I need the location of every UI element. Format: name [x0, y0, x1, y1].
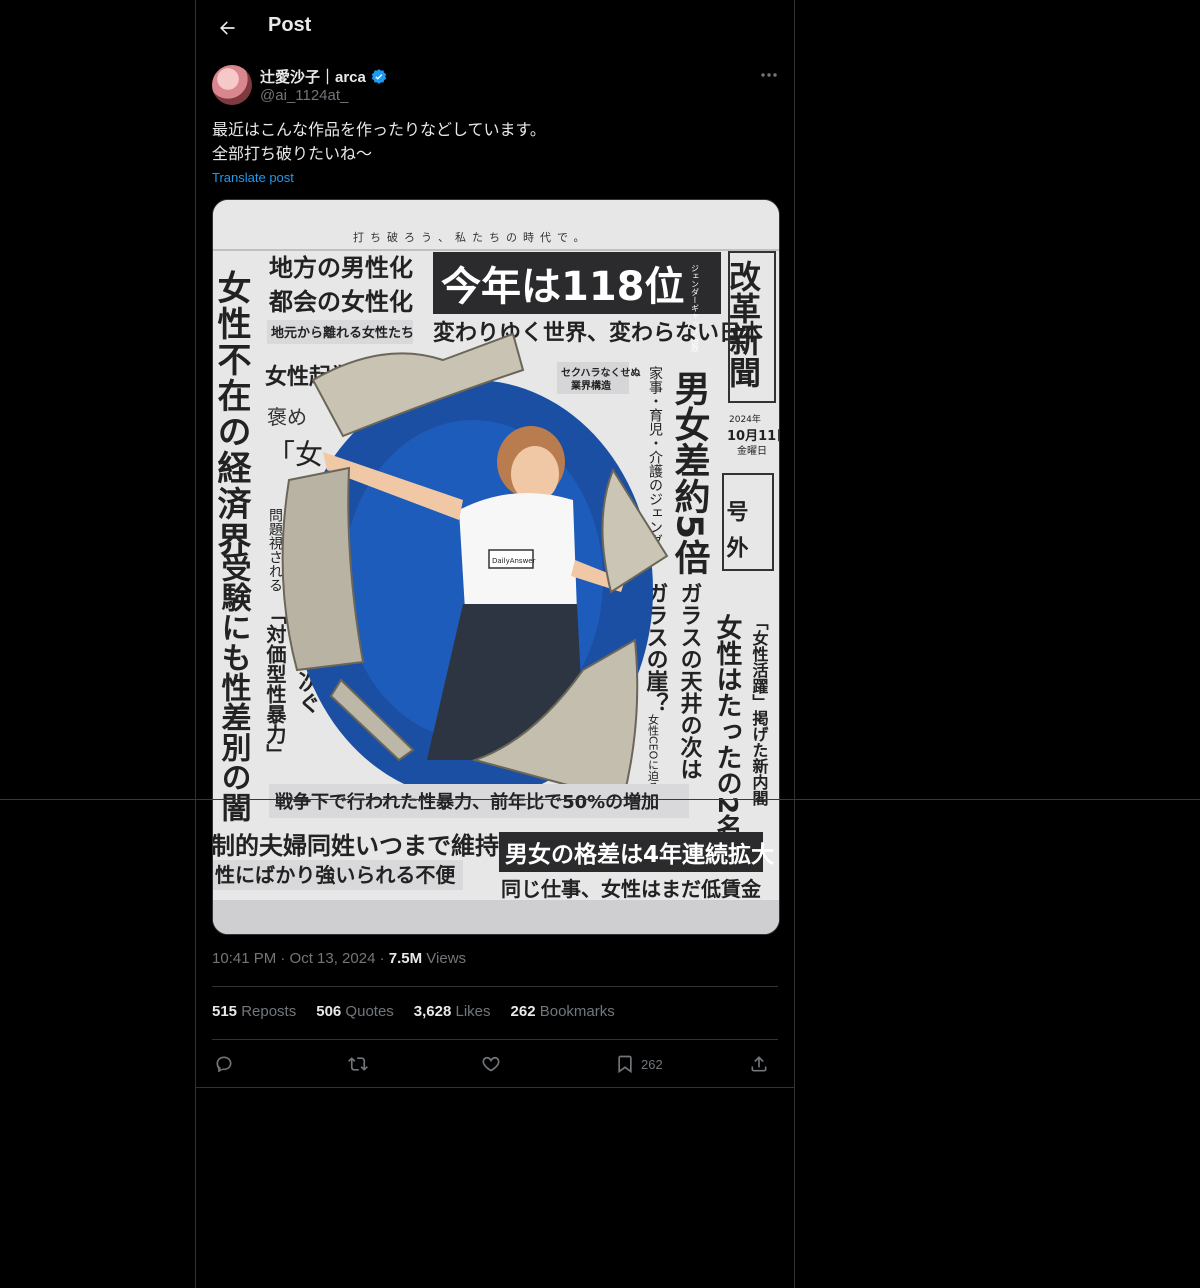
divider: [0, 799, 1200, 800]
sekuhara-2: 業界構造: [570, 379, 612, 392]
divider: [196, 1087, 794, 1088]
tagline: 打ち破ろう、私たちの時代で。: [353, 230, 591, 244]
date-day: 10月11日: [727, 429, 779, 444]
avatar[interactable]: [212, 65, 252, 105]
author-name-text: 辻愛沙子｜arca: [260, 69, 366, 86]
reposts-stat[interactable]: 515 Reposts: [212, 1003, 296, 1020]
cabinet-2: 女性はたったの2名: [712, 613, 742, 840]
verified-badge-icon: [371, 68, 387, 84]
main-headline: 今年は118位: [441, 264, 685, 310]
mid-left-3: 「女: [267, 438, 323, 471]
repost-button[interactable]: [347, 1050, 369, 1078]
more-options-button[interactable]: [754, 64, 784, 86]
page-title: Post: [268, 14, 312, 36]
post-time[interactable]: 10:41 PM · Oct 13, 2024 ·: [212, 950, 389, 967]
mid-column-a: 問題視される: [267, 508, 283, 592]
bottom-right-1: 男女の格差は4年連続拡大: [505, 841, 774, 868]
likes-label: Likes: [451, 1003, 491, 1020]
like-button[interactable]: [481, 1050, 501, 1078]
left-column-1: 女性不在の経済界: [213, 269, 251, 558]
views-label: Views: [422, 950, 467, 967]
bottom-war: 戦争下で行われた性暴力、前年比で50%の増加: [275, 791, 659, 813]
sub-headline: 変わりゆく世界、変わらない日本: [433, 320, 763, 346]
quotes-label: Quotes: [341, 1003, 394, 1020]
likes-stat[interactable]: 3,628 Likes: [414, 1003, 491, 1020]
reposts-count: 515: [212, 1003, 238, 1020]
bookmark-count: 262: [641, 1056, 663, 1072]
more-dots-icon: [761, 73, 777, 77]
left-column-2: 受験にも性差別の闇: [216, 552, 252, 822]
newspaper-artwork: 打ち破ろう、私たちの時代で。 女性不在の経済界 受験にも性差別の闇 地方の男性化…: [213, 200, 779, 934]
reply-icon: [216, 1056, 232, 1073]
heart-icon: [482, 1056, 500, 1072]
date-weekday: 金曜日: [737, 444, 767, 457]
mid-left-2: 褒め: [267, 405, 307, 429]
bookmarks-label: Bookmarks: [535, 1003, 615, 1020]
cabinet-1: 「女性活躍」掲げた新内閣: [750, 614, 769, 807]
post-meta: 10:41 PM · Oct 13, 2024 · 7.5M Views: [212, 950, 466, 967]
back-button[interactable]: [210, 11, 244, 45]
post-text-line-2: 全部打ち破りたいね〜: [212, 144, 373, 163]
bookmarks-stat[interactable]: 262 Bookmarks: [511, 1003, 615, 1020]
date-year: 2024年: [729, 413, 761, 425]
bookmarks-count: 262: [510, 1003, 536, 1020]
post-text-line-1: 最近はこんな作品を作ったりなどしています。: [212, 120, 546, 139]
bottom-left-1: 制的夫婦同姓いつまで維持？: [213, 832, 523, 860]
top-left-headline-1: 地方の男性化: [269, 254, 413, 282]
likes-count: 3,628: [413, 1003, 452, 1020]
arrow-left-icon: [220, 21, 235, 35]
right-column-small: 家事・育児・介護のジェンダ: [647, 365, 663, 548]
translate-post-link[interactable]: Translate post: [212, 170, 294, 185]
top-left-headline-2: 都会の女性化: [268, 288, 413, 316]
glass-1: ガラスの天井の次は: [677, 582, 703, 780]
extra-label: 号外: [723, 500, 749, 572]
masthead: 改革新聞: [724, 260, 762, 388]
divider: [212, 1039, 778, 1040]
post-image[interactable]: 打ち破ろう、私たちの時代で。 女性不在の経済界 受験にも性差別の闇 地方の男性化…: [212, 199, 780, 935]
top-bar: Post: [196, 0, 794, 53]
share-icon: [751, 1056, 767, 1072]
top-left-headline-3: 地元から離れる女性たち: [271, 325, 414, 341]
quotes-stat[interactable]: 506 Quotes: [316, 1003, 394, 1020]
repost-icon: [348, 1057, 368, 1071]
divider: [212, 986, 778, 987]
quotes-count: 506: [316, 1003, 342, 1020]
reposts-label: Reposts: [237, 1003, 297, 1020]
bookmark-button[interactable]: 262: [615, 1050, 663, 1078]
sekuhara-1: セクハラなくせぬ: [561, 367, 641, 379]
author-name[interactable]: 辻愛沙子｜arca: [260, 66, 388, 87]
post-stats: 515 Reposts 506 Quotes 3,628 Likes 262 B…: [212, 1003, 615, 1020]
bookmark-icon: [618, 1055, 632, 1074]
share-button[interactable]: [749, 1050, 769, 1078]
reply-button[interactable]: [214, 1050, 234, 1078]
bottom-right-2: 同じ仕事、女性はまだ低賃金: [501, 877, 762, 901]
post-column: Post 辻愛沙子｜arca @ai_1124at_ 最近はこんな作品を作ったり…: [195, 0, 795, 1288]
mid-column-b: 「対価型性暴力」: [263, 604, 287, 764]
bottom-left-2: 性にばかり強いられる不便: [215, 863, 456, 887]
action-bar: 262: [212, 1050, 778, 1078]
shirt-text: DailyAnswer: [492, 557, 536, 565]
author-handle[interactable]: @ai_1124at_: [260, 87, 348, 104]
post-text: 最近はこんな作品を作ったりなどしています。 全部打ち破りたいね〜: [212, 118, 772, 166]
views-count: 7.5M: [388, 950, 423, 967]
right-column-big: 男女差約5倍: [669, 370, 711, 575]
